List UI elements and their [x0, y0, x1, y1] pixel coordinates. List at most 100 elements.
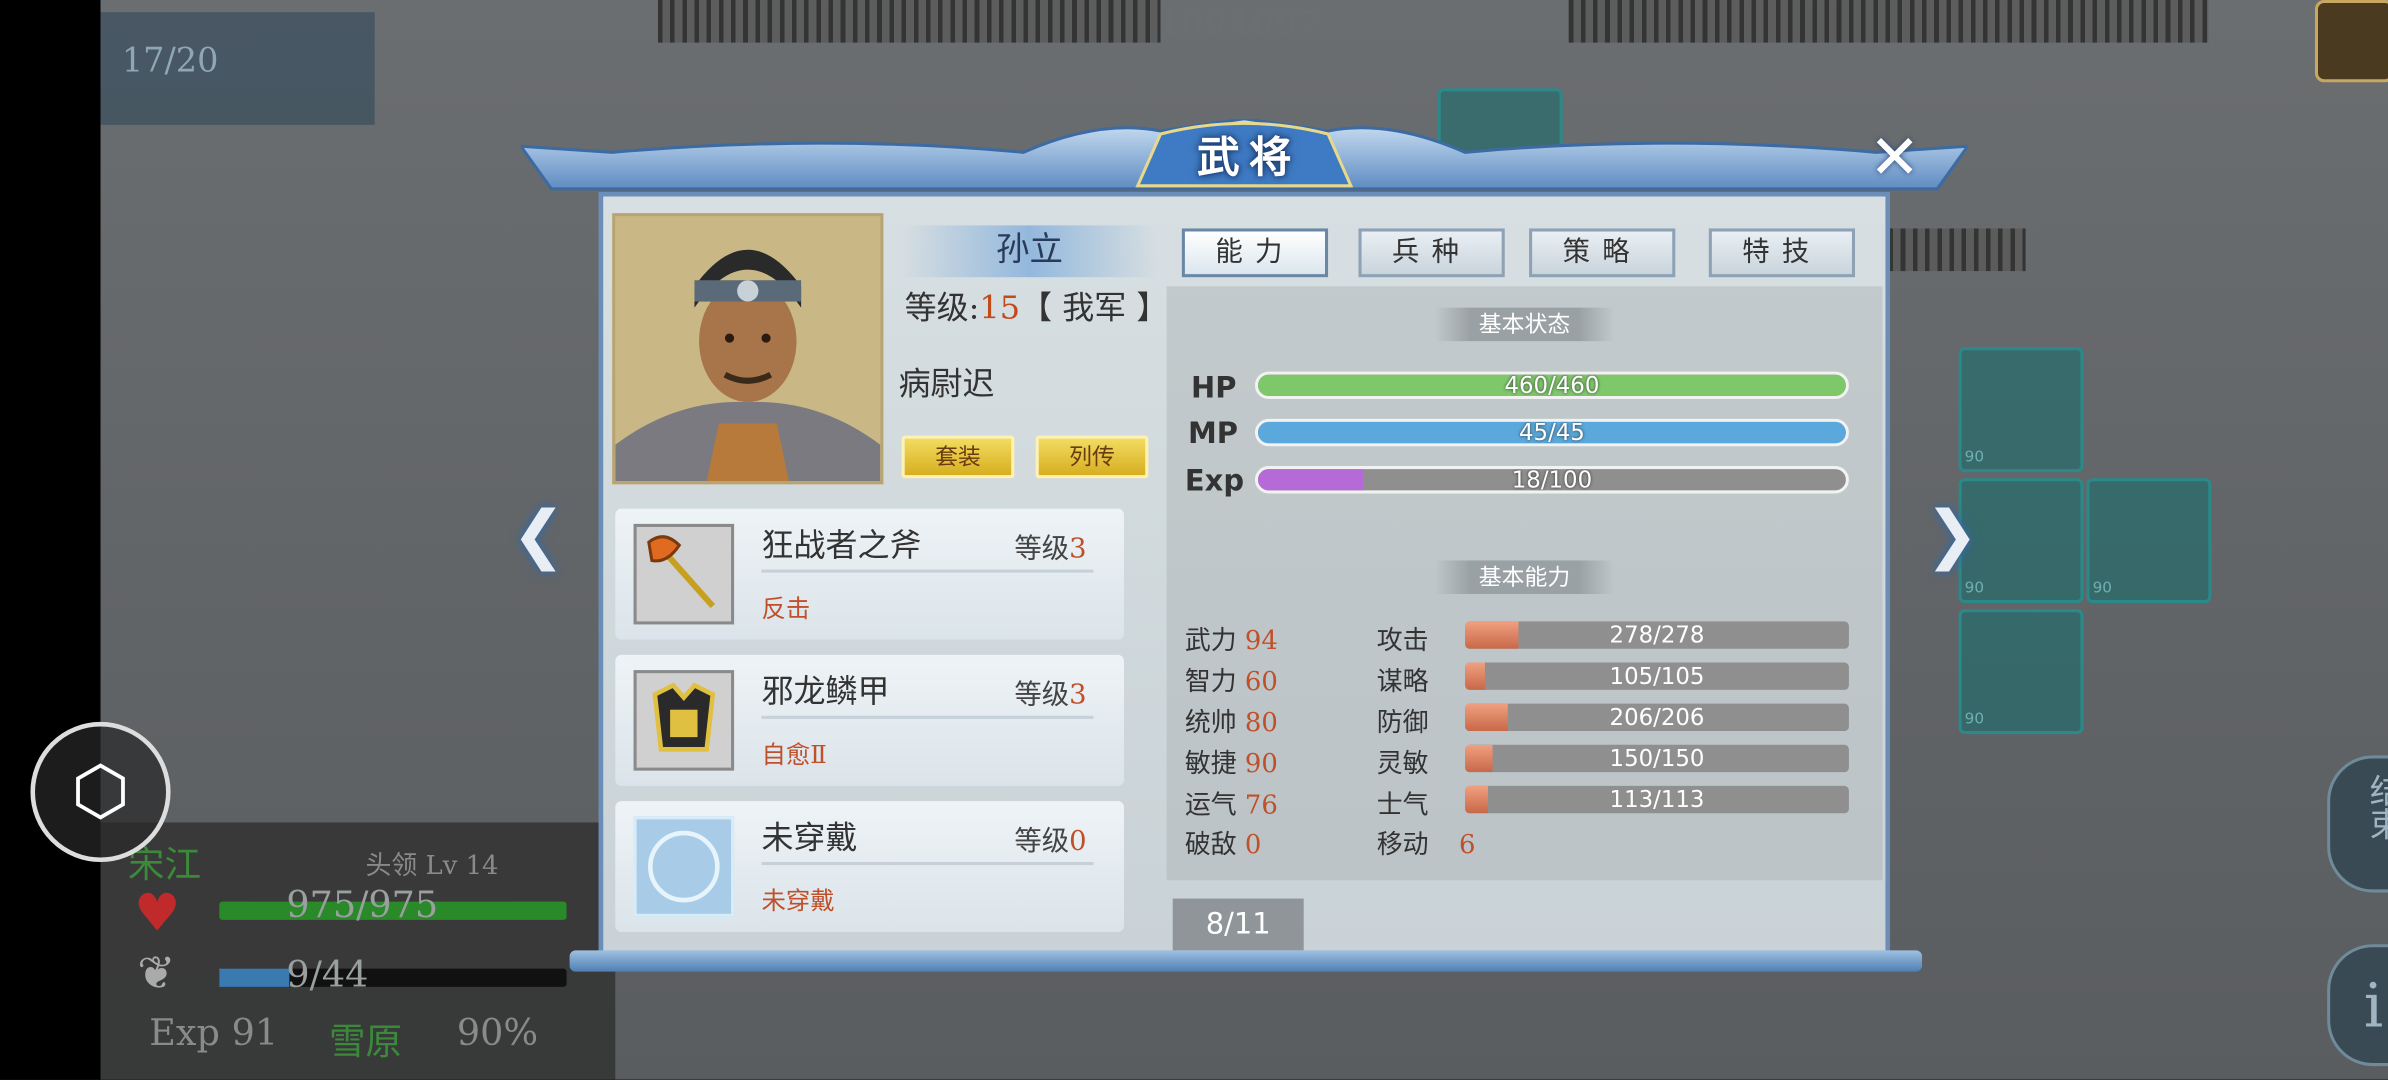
cube-menu-icon[interactable]: ⬡	[30, 721, 171, 863]
hero-nickname: 病尉迟	[898, 365, 995, 403]
attr-label: 敏捷	[1184, 749, 1237, 780]
divider	[761, 569, 1094, 573]
unit-mp-bar	[219, 968, 567, 987]
unit-terrain: 雪原	[328, 1020, 403, 1064]
attr-label: 破敌	[1184, 830, 1237, 861]
hero-portrait	[612, 213, 884, 485]
unit-info-card: 宋江 头领 Lv 14 ♥ 975/975 ❦ 9/44 Exp 91 雪原 9…	[100, 822, 616, 1080]
combat-label: 灵敏	[1376, 749, 1429, 780]
attr-value: 76	[1244, 790, 1278, 821]
unit-hp-text: 975/975	[286, 883, 439, 926]
attack-bar: 278/278	[1465, 621, 1849, 649]
equipment-name: 邪龙鳞甲	[761, 673, 890, 710]
unit-exp: Exp 91	[149, 1011, 279, 1054]
info-button[interactable]: i	[2327, 944, 2388, 1067]
hero-level: 15	[979, 289, 1021, 326]
move-value: 6	[1459, 830, 1476, 861]
fence-right	[1888, 228, 2026, 272]
combat-text: 278/278	[1609, 621, 1705, 649]
attr-value: 0	[1244, 830, 1262, 861]
move-tile[interactable]: 90	[1958, 347, 2084, 473]
exp-text: 18/100	[1511, 466, 1593, 494]
hero-faction: 【 我军 】	[1020, 289, 1169, 326]
attr-label: 武力	[1184, 625, 1237, 657]
move-row: 移动 6	[1377, 822, 1476, 860]
turn-counter: 17/20	[100, 12, 375, 125]
tab-strategy[interactable]: 策略	[1529, 228, 1676, 278]
end-turn-button[interactable]: 结束	[2327, 755, 2388, 893]
score-text: 1094097	[1157, 3, 1321, 43]
tile-label: 90	[2092, 580, 2112, 598]
agility-bar: 150/150	[1465, 744, 1849, 773]
hero-name: 孙立	[901, 225, 1158, 278]
equipment-set-button[interactable]: 套装	[901, 435, 1015, 479]
attr-value: 90	[1244, 749, 1278, 780]
close-icon[interactable]: ✕	[1861, 128, 1928, 189]
attr-row: 统帅 80	[1184, 701, 1278, 739]
combat-text: 113/113	[1609, 785, 1705, 814]
equipment-level-value: 3	[1069, 533, 1087, 566]
turn-text: 17/20	[121, 42, 219, 81]
equipment-level: 等级0	[1014, 819, 1086, 859]
move-tile[interactable]: 90	[2086, 478, 2212, 604]
prev-hero-arrow-icon[interactable]: ❮	[512, 499, 566, 570]
biography-button[interactable]: 列传	[1035, 435, 1149, 479]
tab-troop-type[interactable]: 兵种	[1358, 228, 1505, 278]
hp-bar: 460/460	[1254, 371, 1849, 400]
attr-row: 破敌 0	[1185, 822, 1262, 860]
equipment-level-label: 等级	[1014, 679, 1070, 712]
tab-skill[interactable]: 特技	[1708, 228, 1856, 278]
feather-icon: ❦	[137, 947, 176, 1001]
basic-status-title: 基本状态	[1434, 307, 1615, 342]
mp-label: MP	[1187, 417, 1238, 451]
page-indicator: 8/11	[1172, 898, 1304, 951]
equipment-slot-weapon[interactable]: 狂战者之斧 等级3 反击	[615, 508, 1124, 640]
screen-edge-left	[0, 0, 101, 1080]
move-tile[interactable]: 90	[1958, 609, 2084, 735]
unit-mp-text: 9/44	[286, 953, 369, 997]
equipment-skill: 未穿戴	[761, 886, 835, 916]
equipment-name: 狂战者之斧	[761, 526, 922, 564]
attr-row: 运气 76	[1185, 783, 1278, 821]
combat-label: 谋略	[1376, 667, 1429, 698]
equipment-level-value: 3	[1069, 679, 1087, 712]
equipment-level: 等级3	[1014, 527, 1086, 567]
combat-text: 105/105	[1609, 662, 1705, 690]
basic-ability-title: 基本能力	[1434, 560, 1615, 594]
move-label: 移动	[1376, 830, 1429, 861]
divider	[761, 715, 1094, 719]
attr-label: 智力	[1184, 667, 1237, 698]
attr-value: 80	[1244, 708, 1278, 739]
unit-rank: 头领 Lv 14	[365, 851, 499, 882]
combat-label: 防御	[1376, 708, 1429, 739]
equipment-skill: 自愈Ⅱ	[761, 740, 827, 770]
equipment-level-label: 等级	[1014, 825, 1070, 858]
attr-value: 94	[1244, 625, 1278, 657]
equipment-skill: 反击	[761, 593, 811, 623]
attr-row: 武力 94	[1185, 618, 1278, 656]
attr-row: 智力 60	[1185, 659, 1278, 697]
exp-label: Exp	[1184, 464, 1245, 499]
exp-bar: 18/100	[1254, 466, 1849, 494]
equipment-slot-armor[interactable]: 邪龙鳞甲 等级3 自愈Ⅱ	[615, 654, 1124, 786]
tile-label: 90	[1964, 711, 1985, 728]
equipment-slot-accessory[interactable]: 未穿戴 等级0 未穿戴	[615, 801, 1124, 933]
attr-label: 统帅	[1184, 708, 1237, 739]
unit-terrain-pct: 90%	[456, 1011, 539, 1054]
morale-bar: 113/113	[1465, 785, 1849, 814]
dialog-title: 武将	[1197, 132, 1301, 183]
level-label: 等级:	[904, 289, 980, 326]
chest-icon[interactable]	[2314, 0, 2388, 83]
tab-ability[interactable]: 能力	[1181, 228, 1329, 278]
equipment-level-label: 等级	[1014, 533, 1070, 566]
defense-bar: 206/206	[1465, 703, 1849, 732]
combat-text: 150/150	[1609, 744, 1705, 773]
divider	[761, 862, 1094, 866]
next-hero-arrow-icon[interactable]: ❯	[1925, 499, 1979, 570]
end-turn-label: 结束	[2363, 773, 2388, 841]
equipment-name: 未穿戴	[761, 819, 858, 856]
hero-level-line: 等级:15【 我军 】	[905, 283, 1169, 329]
hp-text: 460/460	[1504, 371, 1600, 400]
equipment-level-value: 0	[1069, 825, 1087, 858]
axe-icon	[633, 523, 735, 625]
